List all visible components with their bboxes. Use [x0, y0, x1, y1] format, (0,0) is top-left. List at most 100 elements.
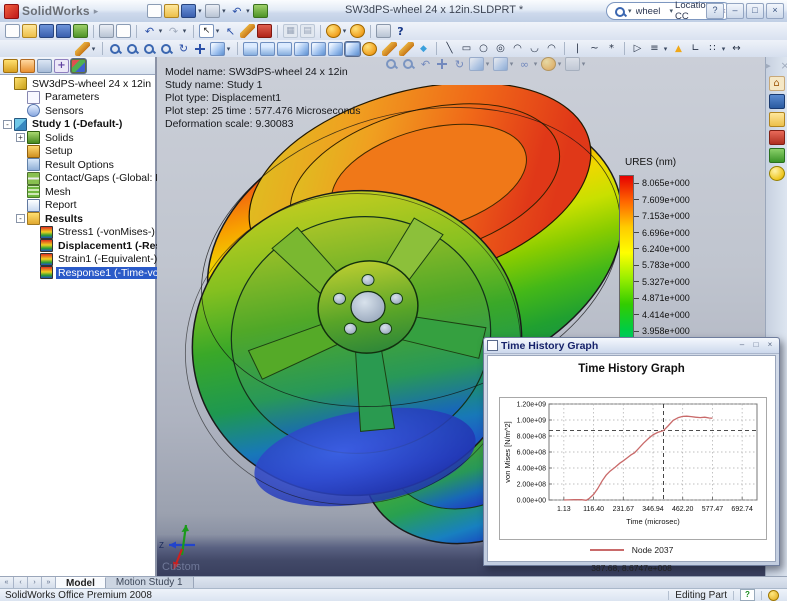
tree-item-label[interactable]: Study 1 (-Default-) [30, 118, 124, 130]
standard-views-icon-dropdown[interactable]: ▾ [225, 42, 232, 56]
file-explorer-icon[interactable] [769, 112, 785, 127]
design-library-icon[interactable] [769, 94, 785, 109]
view-front-icon[interactable] [243, 42, 258, 56]
tangent-arc-icon[interactable]: ◡ [527, 42, 542, 56]
configurationmanager-tab-icon[interactable] [37, 59, 52, 73]
display-style-icon[interactable] [493, 57, 508, 71]
offset-entities-icon[interactable]: ≡ [647, 42, 662, 56]
tree-item[interactable]: Strain1 (-Equivalent-) [0, 253, 155, 267]
publish-icon[interactable] [253, 4, 268, 18]
tree-item[interactable]: -Results [0, 212, 155, 226]
tree-item-label[interactable]: Result Options [43, 159, 116, 171]
tree-item-label[interactable]: SW3dPS-wheel 24 x 12in [30, 78, 153, 90]
select-icon-dropdown[interactable]: ▾ [214, 24, 221, 38]
dimxpertmanager-tab-icon[interactable]: + [54, 59, 69, 73]
print-preview-icon[interactable] [116, 24, 131, 38]
view-right-icon[interactable] [294, 42, 309, 56]
sketch-icon-dropdown[interactable]: ▾ [90, 42, 97, 56]
simulation-tab-icon[interactable] [71, 59, 86, 73]
drawings-icon[interactable] [769, 148, 785, 163]
view-isometric-icon[interactable] [345, 42, 360, 56]
display-style-icon-dropdown[interactable]: ▾ [508, 57, 515, 71]
hide-show-items-icon-dropdown[interactable]: ▾ [532, 57, 539, 71]
solidworks-resources-icon[interactable]: ⌂ [769, 76, 785, 91]
view-bottom-icon[interactable] [328, 42, 343, 56]
save-icon-dropdown[interactable]: ▾ [196, 4, 203, 18]
perimeter-circle-icon[interactable]: ◎ [493, 42, 508, 56]
appearances-icon[interactable] [541, 57, 556, 71]
tree-item[interactable]: Sensors [0, 104, 155, 118]
tree-item[interactable]: Mesh [0, 185, 155, 199]
search-dropdown-icon[interactable]: ▾ [628, 7, 632, 15]
tree-item-label[interactable]: Solids [43, 132, 76, 144]
save-icon[interactable] [39, 24, 54, 38]
scene-icon-dropdown[interactable]: ▾ [580, 57, 587, 71]
tree-item[interactable]: Result Options [0, 158, 155, 172]
tree-item-label[interactable]: Parameters [43, 91, 101, 103]
new-document-icon[interactable] [147, 4, 162, 18]
search-input[interactable] [634, 5, 668, 18]
tree-item[interactable]: - Study 1 (-Default-) [0, 118, 155, 132]
minimize-button[interactable]: – [726, 3, 744, 19]
expand-taskpane-icon[interactable]: ▸ [761, 58, 776, 72]
rotate-view-icon[interactable]: ↻ [452, 57, 467, 71]
tree-item[interactable]: SW3dPS-wheel 24 x 12in [0, 77, 155, 91]
view-left-icon[interactable] [277, 42, 292, 56]
graph-close-button[interactable]: × [764, 340, 776, 351]
graph-window-titlebar[interactable]: Time History Graph – □ × [484, 338, 779, 354]
quick-tips-icon[interactable]: ? [740, 589, 755, 601]
sketch-pencil-icon[interactable] [382, 42, 397, 56]
pan-icon[interactable] [193, 42, 208, 56]
maximize-button[interactable]: □ [746, 3, 764, 19]
new-document-icon[interactable] [5, 24, 20, 38]
undo-icon[interactable]: ↶ [229, 4, 244, 18]
collapse-icon[interactable]: - [3, 120, 12, 129]
tree-item-label[interactable]: Setup [43, 145, 74, 157]
zoom-selection-icon[interactable] [159, 42, 174, 56]
spline-icon[interactable]: ~ [587, 42, 602, 56]
table-icon[interactable]: ▤ [300, 24, 315, 38]
featuremanager-tab-icon[interactable] [3, 59, 18, 73]
centerline-icon[interactable]: | [570, 42, 585, 56]
location-dropdown-icon[interactable]: ▾ [670, 7, 674, 15]
section-view-icon[interactable] [435, 57, 450, 71]
open-icon[interactable] [164, 4, 179, 18]
select-other-icon[interactable]: ↖ [223, 24, 238, 38]
centerpoint-arc-icon[interactable]: ◠ [510, 42, 525, 56]
measure-icon[interactable] [257, 24, 272, 38]
tree-item[interactable]: Parameters [0, 91, 155, 105]
view-orientation-icon-dropdown[interactable]: ▾ [484, 57, 491, 71]
point-icon[interactable]: * [604, 42, 619, 56]
tree-item[interactable]: Contact/Gaps (-Global: Bonded-) [0, 172, 155, 186]
trim-entities-icon[interactable]: ▲ [671, 42, 686, 56]
print-icon[interactable] [205, 4, 220, 18]
graph-minimize-button[interactable]: – [736, 340, 748, 351]
undo-icon-dropdown[interactable]: ▾ [157, 24, 164, 38]
zoom-fit-icon[interactable] [384, 57, 399, 71]
standard-views-icon[interactable] [210, 42, 225, 56]
zoom-in-out-icon[interactable] [142, 42, 157, 56]
close-taskpane-icon[interactable]: × [778, 58, 787, 72]
tree-item-label[interactable]: Results [43, 213, 85, 225]
convert-entities-icon[interactable]: ∟ [688, 42, 703, 56]
tree-item-label[interactable]: Mesh [43, 186, 73, 198]
print-icon[interactable] [99, 24, 114, 38]
tree-item[interactable]: + Solids [0, 131, 155, 145]
save-all-icon[interactable] [56, 24, 71, 38]
view-back-icon[interactable] [260, 42, 275, 56]
custom-properties-icon[interactable] [769, 166, 785, 181]
mirror-entities-icon[interactable]: ▷ [630, 42, 645, 56]
undo-icon[interactable]: ↶ [142, 24, 157, 38]
zoom-fit-icon[interactable] [108, 42, 123, 56]
redo-icon[interactable]: ↷ [166, 24, 181, 38]
tree-item[interactable]: Response1 (-Time-von Mises-) [0, 266, 155, 280]
window-icon[interactable] [376, 24, 391, 38]
tree-item[interactable]: Report [0, 199, 155, 213]
undo-icon-dropdown[interactable]: ▾ [244, 4, 251, 18]
search-icon[interactable] [613, 5, 625, 17]
tree-item[interactable]: Displacement1 (-Res disp-) [0, 239, 155, 253]
expand-icon[interactable]: + [16, 133, 25, 142]
3d-sketch-icon[interactable] [399, 42, 414, 56]
rectangle-icon[interactable]: ▭ [459, 42, 474, 56]
toolbox-icon[interactable] [769, 130, 785, 145]
